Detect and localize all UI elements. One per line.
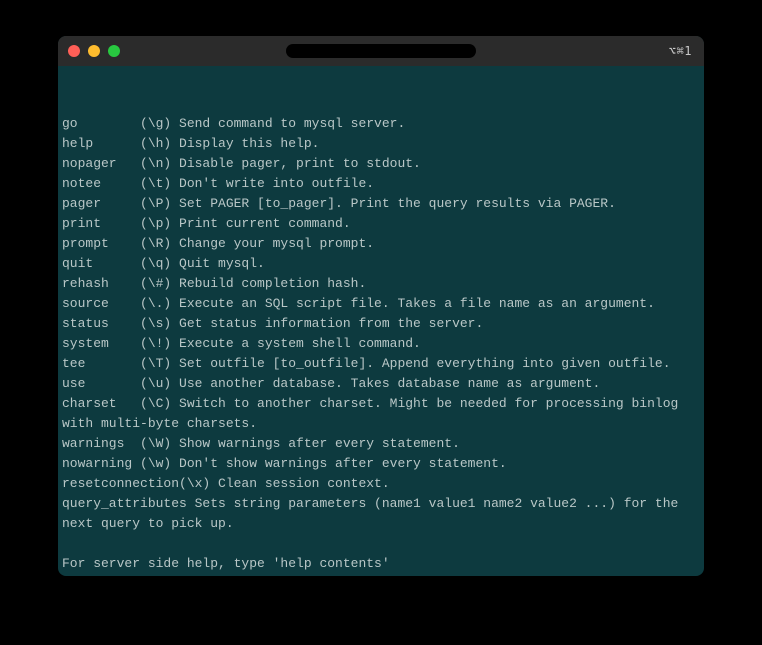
help-line: quit (\q) Quit mysql. — [62, 254, 700, 274]
help-line: pager (\P) Set PAGER [to_pager]. Print t… — [62, 194, 700, 214]
mysql-help-output: go (\g) Send command to mysql server.hel… — [62, 114, 700, 576]
help-line: help (\h) Display this help. — [62, 134, 700, 154]
minimize-icon[interactable] — [88, 45, 100, 57]
title-redacted — [286, 44, 476, 58]
titlebar: ⌥⌘1 — [58, 36, 704, 66]
help-line: next query to pick up. — [62, 514, 700, 534]
help-line: query_attributes Sets string parameters … — [62, 494, 700, 514]
zoom-icon[interactable] — [108, 45, 120, 57]
help-line: notee (\t) Don't write into outfile. — [62, 174, 700, 194]
help-line: rehash (\#) Rebuild completion hash. — [62, 274, 700, 294]
terminal-body[interactable]: go (\g) Send command to mysql server.hel… — [58, 66, 704, 576]
tab-shortcut-label: ⌥⌘1 — [669, 44, 692, 58]
help-line: source (\.) Execute an SQL script file. … — [62, 294, 700, 314]
help-line: resetconnection(\x) Clean session contex… — [62, 474, 700, 494]
terminal-window: ⌥⌘1 go (\g) Send command to mysql server… — [58, 36, 704, 576]
help-line: prompt (\R) Change your mysql prompt. — [62, 234, 700, 254]
help-line: warnings (\W) Show warnings after every … — [62, 434, 700, 454]
help-line: system (\!) Execute a system shell comma… — [62, 334, 700, 354]
help-line: nopager (\n) Disable pager, print to std… — [62, 154, 700, 174]
help-line: use (\u) Use another database. Takes dat… — [62, 374, 700, 394]
help-line: charset (\C) Switch to another charset. … — [62, 394, 700, 414]
help-line — [62, 574, 700, 576]
close-icon[interactable] — [68, 45, 80, 57]
traffic-lights — [68, 45, 120, 57]
help-line: tee (\T) Set outfile [to_outfile]. Appen… — [62, 354, 700, 374]
help-line: go (\g) Send command to mysql server. — [62, 114, 700, 134]
help-line: status (\s) Get status information from … — [62, 314, 700, 334]
help-line: with multi-byte charsets. — [62, 414, 700, 434]
help-line: print (\p) Print current command. — [62, 214, 700, 234]
help-line — [62, 534, 700, 554]
help-line: For server side help, type 'help content… — [62, 554, 700, 574]
help-line: nowarning (\w) Don't show warnings after… — [62, 454, 700, 474]
